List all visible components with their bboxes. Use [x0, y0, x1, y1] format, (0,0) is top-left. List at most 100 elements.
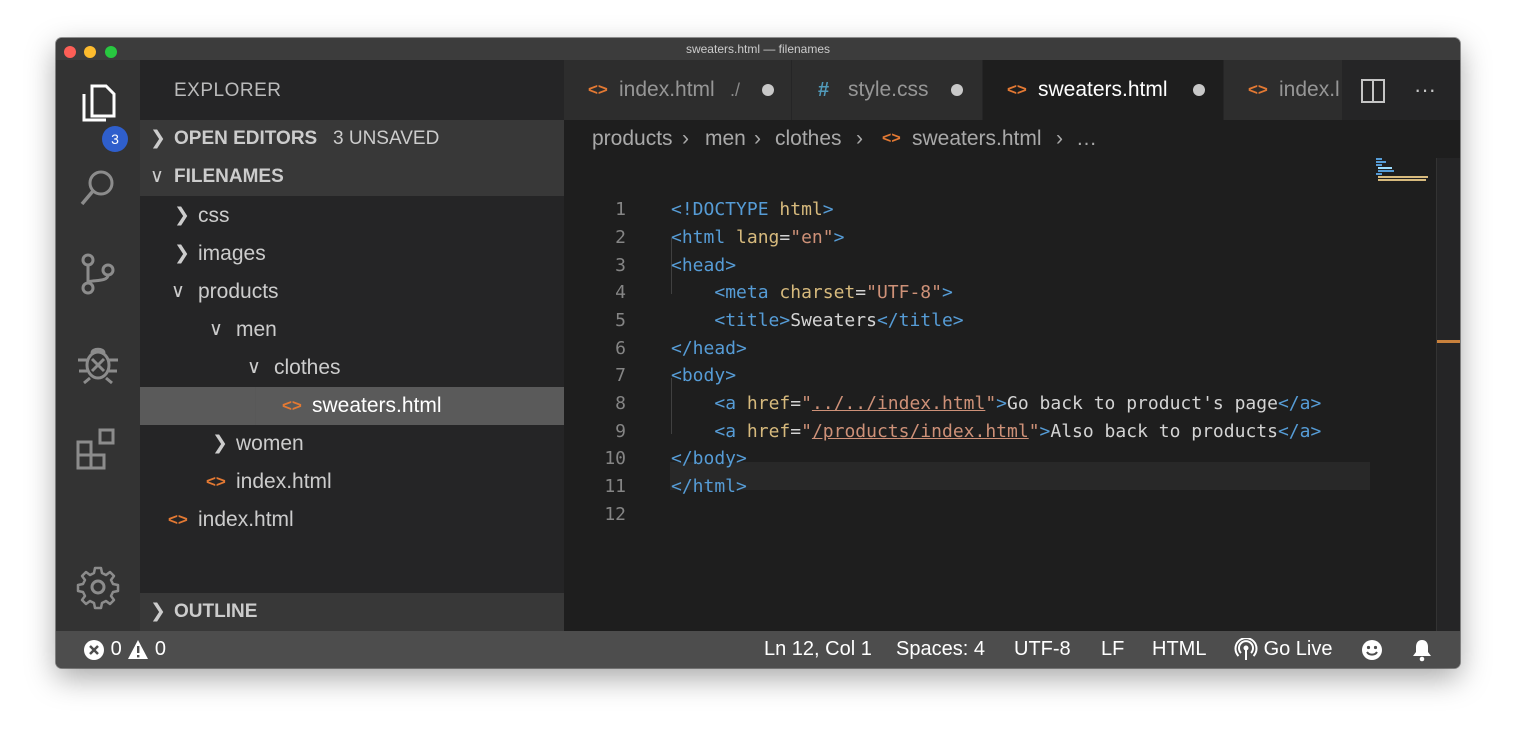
code-editor[interactable]: 1 2 3 4 5 6 7 8 9 10 11 12 <!DOCTYPE htm…: [564, 158, 1460, 631]
tab-label: sweaters.html: [1038, 78, 1168, 101]
explorer-badge: 3: [102, 126, 128, 152]
chevron-down-icon: ∨: [171, 281, 185, 302]
code-line[interactable]: <!DOCTYPE html>: [671, 196, 834, 224]
code-line[interactable]: <head>: [671, 252, 736, 280]
tree-item-clothes[interactable]: ∨ clothes: [140, 349, 564, 387]
split-editor-icon[interactable]: [1360, 60, 1386, 120]
tree-item-men[interactable]: ∨ men: [140, 311, 564, 349]
tab-label: index.html: [619, 78, 715, 101]
more-actions-button[interactable]: ···: [1414, 60, 1436, 120]
open-editors-label: OPEN EDITORS: [174, 128, 318, 149]
code-line[interactable]: </html>: [671, 473, 747, 501]
css-file-icon: #: [818, 79, 830, 101]
go-live-button[interactable]: Go Live: [1234, 631, 1333, 668]
tab-label: style.css: [848, 78, 929, 101]
tab-description: ./: [730, 80, 741, 100]
chevron-right-icon: ›: [754, 127, 761, 150]
tree-item-label: women: [236, 432, 304, 455]
breadcrumb-item[interactable]: products: [592, 120, 673, 158]
feedback-smiley-icon[interactable]: [1360, 631, 1384, 668]
chevron-right-icon: ›: [682, 127, 689, 150]
line-number: 4: [615, 282, 626, 303]
chevron-right-icon: ❯: [150, 128, 166, 149]
eol-setting[interactable]: LF: [1101, 631, 1124, 668]
minimap[interactable]: [1372, 158, 1436, 631]
problems-indicator[interactable]: 0 0: [83, 631, 166, 668]
chevron-right-icon: ❯: [174, 205, 190, 226]
html-file-icon: <>: [1248, 80, 1268, 99]
tree-item-css[interactable]: ❯ css: [140, 197, 564, 235]
folder-section[interactable]: ∨ FILENAMES: [140, 158, 564, 196]
chevron-right-icon: ›: [1056, 127, 1063, 150]
tree-item-sweaters-html[interactable]: <> sweaters.html: [140, 387, 564, 425]
tree-item-label: css: [198, 204, 230, 227]
tree-item-images[interactable]: ❯ images: [140, 235, 564, 273]
indentation-setting[interactable]: Spaces: 4: [896, 631, 985, 668]
breadcrumb-item[interactable]: …: [1076, 120, 1097, 158]
unsaved-dot-icon[interactable]: [951, 84, 963, 96]
breadcrumb-item[interactable]: sweaters.html: [912, 120, 1042, 158]
minimize-window-button[interactable]: [84, 46, 97, 58]
current-line-highlight: [670, 462, 1370, 490]
search-icon[interactable]: [74, 164, 122, 212]
code-line[interactable]: </head>: [671, 335, 747, 363]
breadcrumb-item[interactable]: clothes: [775, 120, 842, 158]
language-mode[interactable]: HTML: [1152, 631, 1206, 668]
outline-section[interactable]: ❯ OUTLINE: [140, 593, 564, 631]
unsaved-dot-icon[interactable]: [1193, 84, 1205, 96]
chevron-right-icon: ›: [856, 127, 863, 150]
outline-label: OUTLINE: [174, 601, 258, 622]
tree-item-products-index-html[interactable]: <> index.html: [140, 463, 564, 501]
tree-item-products[interactable]: ∨ products: [140, 273, 564, 311]
tab-style-css[interactable]: # style.css: [792, 60, 983, 120]
code-line[interactable]: </body>: [671, 445, 747, 473]
code-line[interactable]: <a href="../../index.html">Go back to pr…: [671, 390, 1321, 418]
status-bar: 0 0 Ln 12, Col 1 Spaces: 4 UTF-8 LF HTML…: [56, 631, 1460, 668]
chevron-right-icon: ❯: [212, 433, 228, 454]
code-line[interactable]: <body>: [671, 362, 736, 390]
code-line[interactable]: <title>Sweaters</title>: [671, 307, 963, 335]
code-line[interactable]: <html lang="en">: [671, 224, 844, 252]
breadcrumb-item[interactable]: men: [705, 120, 746, 158]
tree-item-label: index.html: [198, 508, 294, 531]
tab-sweaters-html[interactable]: <> sweaters.html: [983, 60, 1224, 120]
editor-scrollbar[interactable]: [1436, 158, 1460, 631]
title-bar: sweaters.html — filenames: [56, 38, 1460, 60]
tree-item-label: sweaters.html: [312, 394, 442, 417]
editor-tabs: <> index.html ./ # style.css <> sweaters…: [564, 60, 1460, 120]
open-editors-section[interactable]: ❯ OPEN EDITORS 3 UNSAVED: [140, 120, 564, 158]
line-number: 10: [604, 448, 626, 469]
tab-index-html-2[interactable]: <> index.l: [1224, 60, 1343, 120]
line-number: 12: [604, 504, 626, 525]
files-icon[interactable]: [74, 80, 122, 128]
tab-index-html[interactable]: <> index.html ./: [564, 60, 792, 120]
tree-item-label: men: [236, 318, 277, 341]
extensions-icon[interactable]: [74, 424, 122, 472]
notifications-bell-icon[interactable]: [1410, 631, 1434, 668]
explorer-sidebar: EXPLORER ❯ OPEN EDITORS 3 UNSAVED ∨ FILE…: [140, 60, 564, 631]
html-file-icon: <>: [206, 472, 226, 491]
tree-item-index-html[interactable]: <> index.html: [140, 501, 564, 539]
close-window-button[interactable]: [64, 46, 76, 58]
gear-icon[interactable]: [74, 563, 122, 611]
breadcrumb: products › men › clothes › <> sweaters.h…: [564, 120, 1460, 158]
code-line[interactable]: <meta charset="UTF-8">: [671, 279, 952, 307]
error-count: 0: [110, 638, 122, 660]
source-control-icon[interactable]: [74, 250, 122, 298]
tree-item-label: index.html: [236, 470, 332, 493]
code-line[interactable]: <a href="/products/index.html">Also back…: [671, 418, 1321, 446]
cursor-position[interactable]: Ln 12, Col 1: [764, 631, 872, 668]
window-title: sweaters.html — filenames: [685, 42, 831, 56]
activity-bar: 3: [56, 60, 140, 631]
maximize-window-button[interactable]: [104, 46, 117, 58]
chevron-down-icon: ∨: [209, 319, 223, 340]
line-number: 7: [615, 365, 626, 386]
unsaved-dot-icon[interactable]: [762, 84, 774, 96]
debug-icon[interactable]: [74, 338, 122, 386]
line-number: 9: [615, 421, 626, 442]
encoding-setting[interactable]: UTF-8: [1014, 631, 1071, 668]
line-number: 2: [615, 227, 626, 248]
tree-item-women[interactable]: ❯ women: [140, 425, 564, 463]
warning-count: 0: [154, 638, 166, 660]
line-number: 5: [615, 310, 626, 331]
